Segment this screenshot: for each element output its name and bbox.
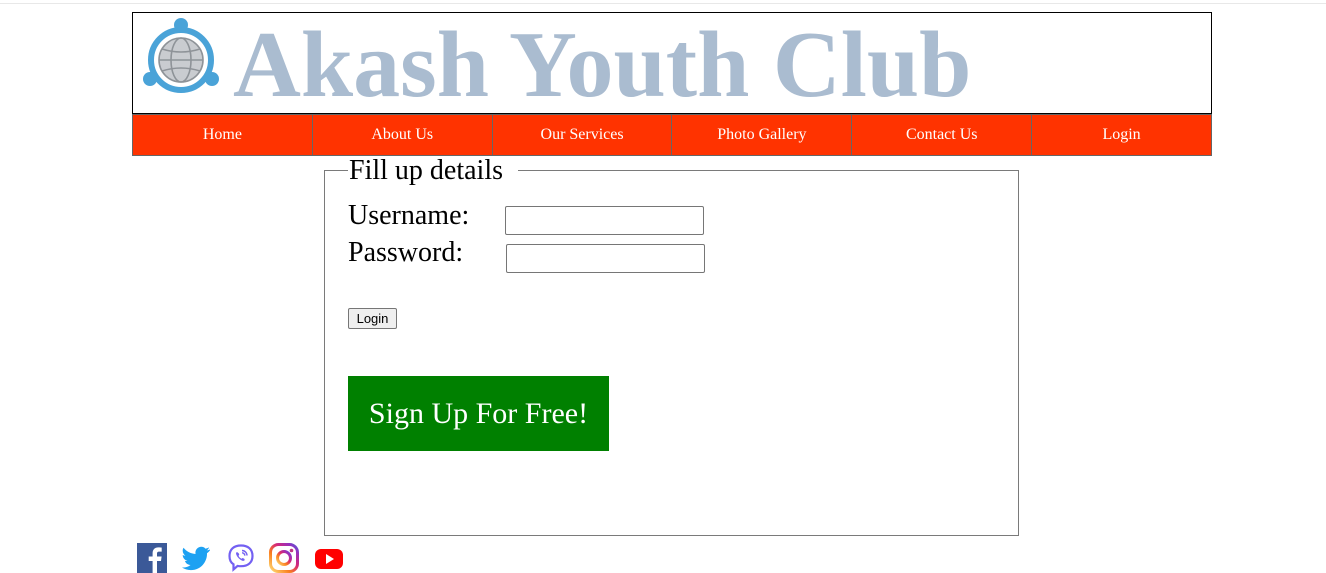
password-label: Password: [348,237,464,268]
nav-contact-us[interactable]: Contact Us [852,115,1033,155]
site-header: Akash Youth Club [132,12,1212,114]
login-button[interactable]: Login [348,308,397,329]
top-divider [0,3,1326,4]
signup-button[interactable]: Sign Up For Free! [348,376,609,451]
site-title: Akash Youth Club [233,13,972,114]
password-input[interactable] [506,244,705,273]
fieldset-border-top-right [518,170,1019,171]
nav-our-services[interactable]: Our Services [493,115,673,155]
nav-about-us[interactable]: About Us [313,115,493,155]
globe-people-icon [143,18,219,93]
username-input[interactable] [505,206,704,235]
nav-login[interactable]: Login [1032,115,1211,155]
fieldset-border-top-left [324,170,348,171]
main-nav: Home About Us Our Services Photo Gallery… [132,114,1212,156]
nav-photo-gallery[interactable]: Photo Gallery [672,115,853,155]
username-label: Username: [348,200,470,231]
fieldset-legend: Fill up details [349,155,503,186]
nav-home[interactable]: Home [133,115,313,155]
